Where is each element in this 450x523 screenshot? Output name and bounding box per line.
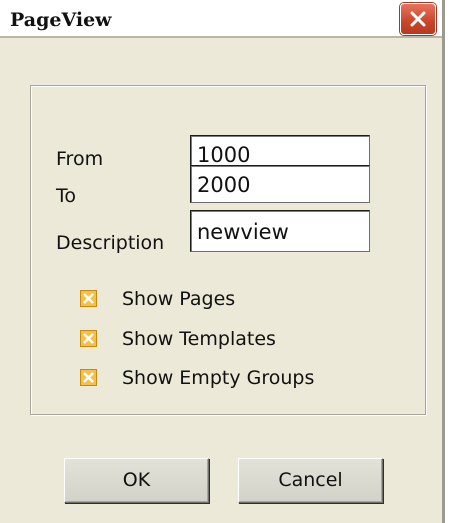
window-title: PageView	[10, 9, 112, 31]
to-label: To	[56, 185, 77, 207]
title-bar[interactable]: PageView	[0, 0, 442, 38]
cancel-button[interactable]: Cancel	[238, 458, 383, 503]
show-templates-label: Show Templates	[122, 328, 276, 350]
checkmark-icon	[83, 293, 94, 304]
show-pages-label: Show Pages	[122, 288, 236, 310]
from-label: From	[56, 148, 104, 170]
show-templates-checkbox[interactable]	[80, 330, 97, 347]
to-field[interactable]	[190, 165, 370, 203]
close-button[interactable]	[400, 3, 436, 35]
close-icon	[410, 11, 426, 27]
show-pages-checkbox[interactable]	[80, 290, 97, 307]
description-label: Description	[56, 232, 165, 254]
checkmark-icon	[83, 372, 94, 383]
ok-button[interactable]: OK	[64, 458, 209, 503]
pageview-dialog: PageView From To Description Show Pages	[0, 0, 445, 523]
checkmark-icon	[83, 333, 94, 344]
show-empty-groups-checkbox[interactable]	[80, 369, 97, 386]
show-empty-groups-label: Show Empty Groups	[122, 367, 315, 389]
description-field[interactable]	[190, 210, 370, 252]
